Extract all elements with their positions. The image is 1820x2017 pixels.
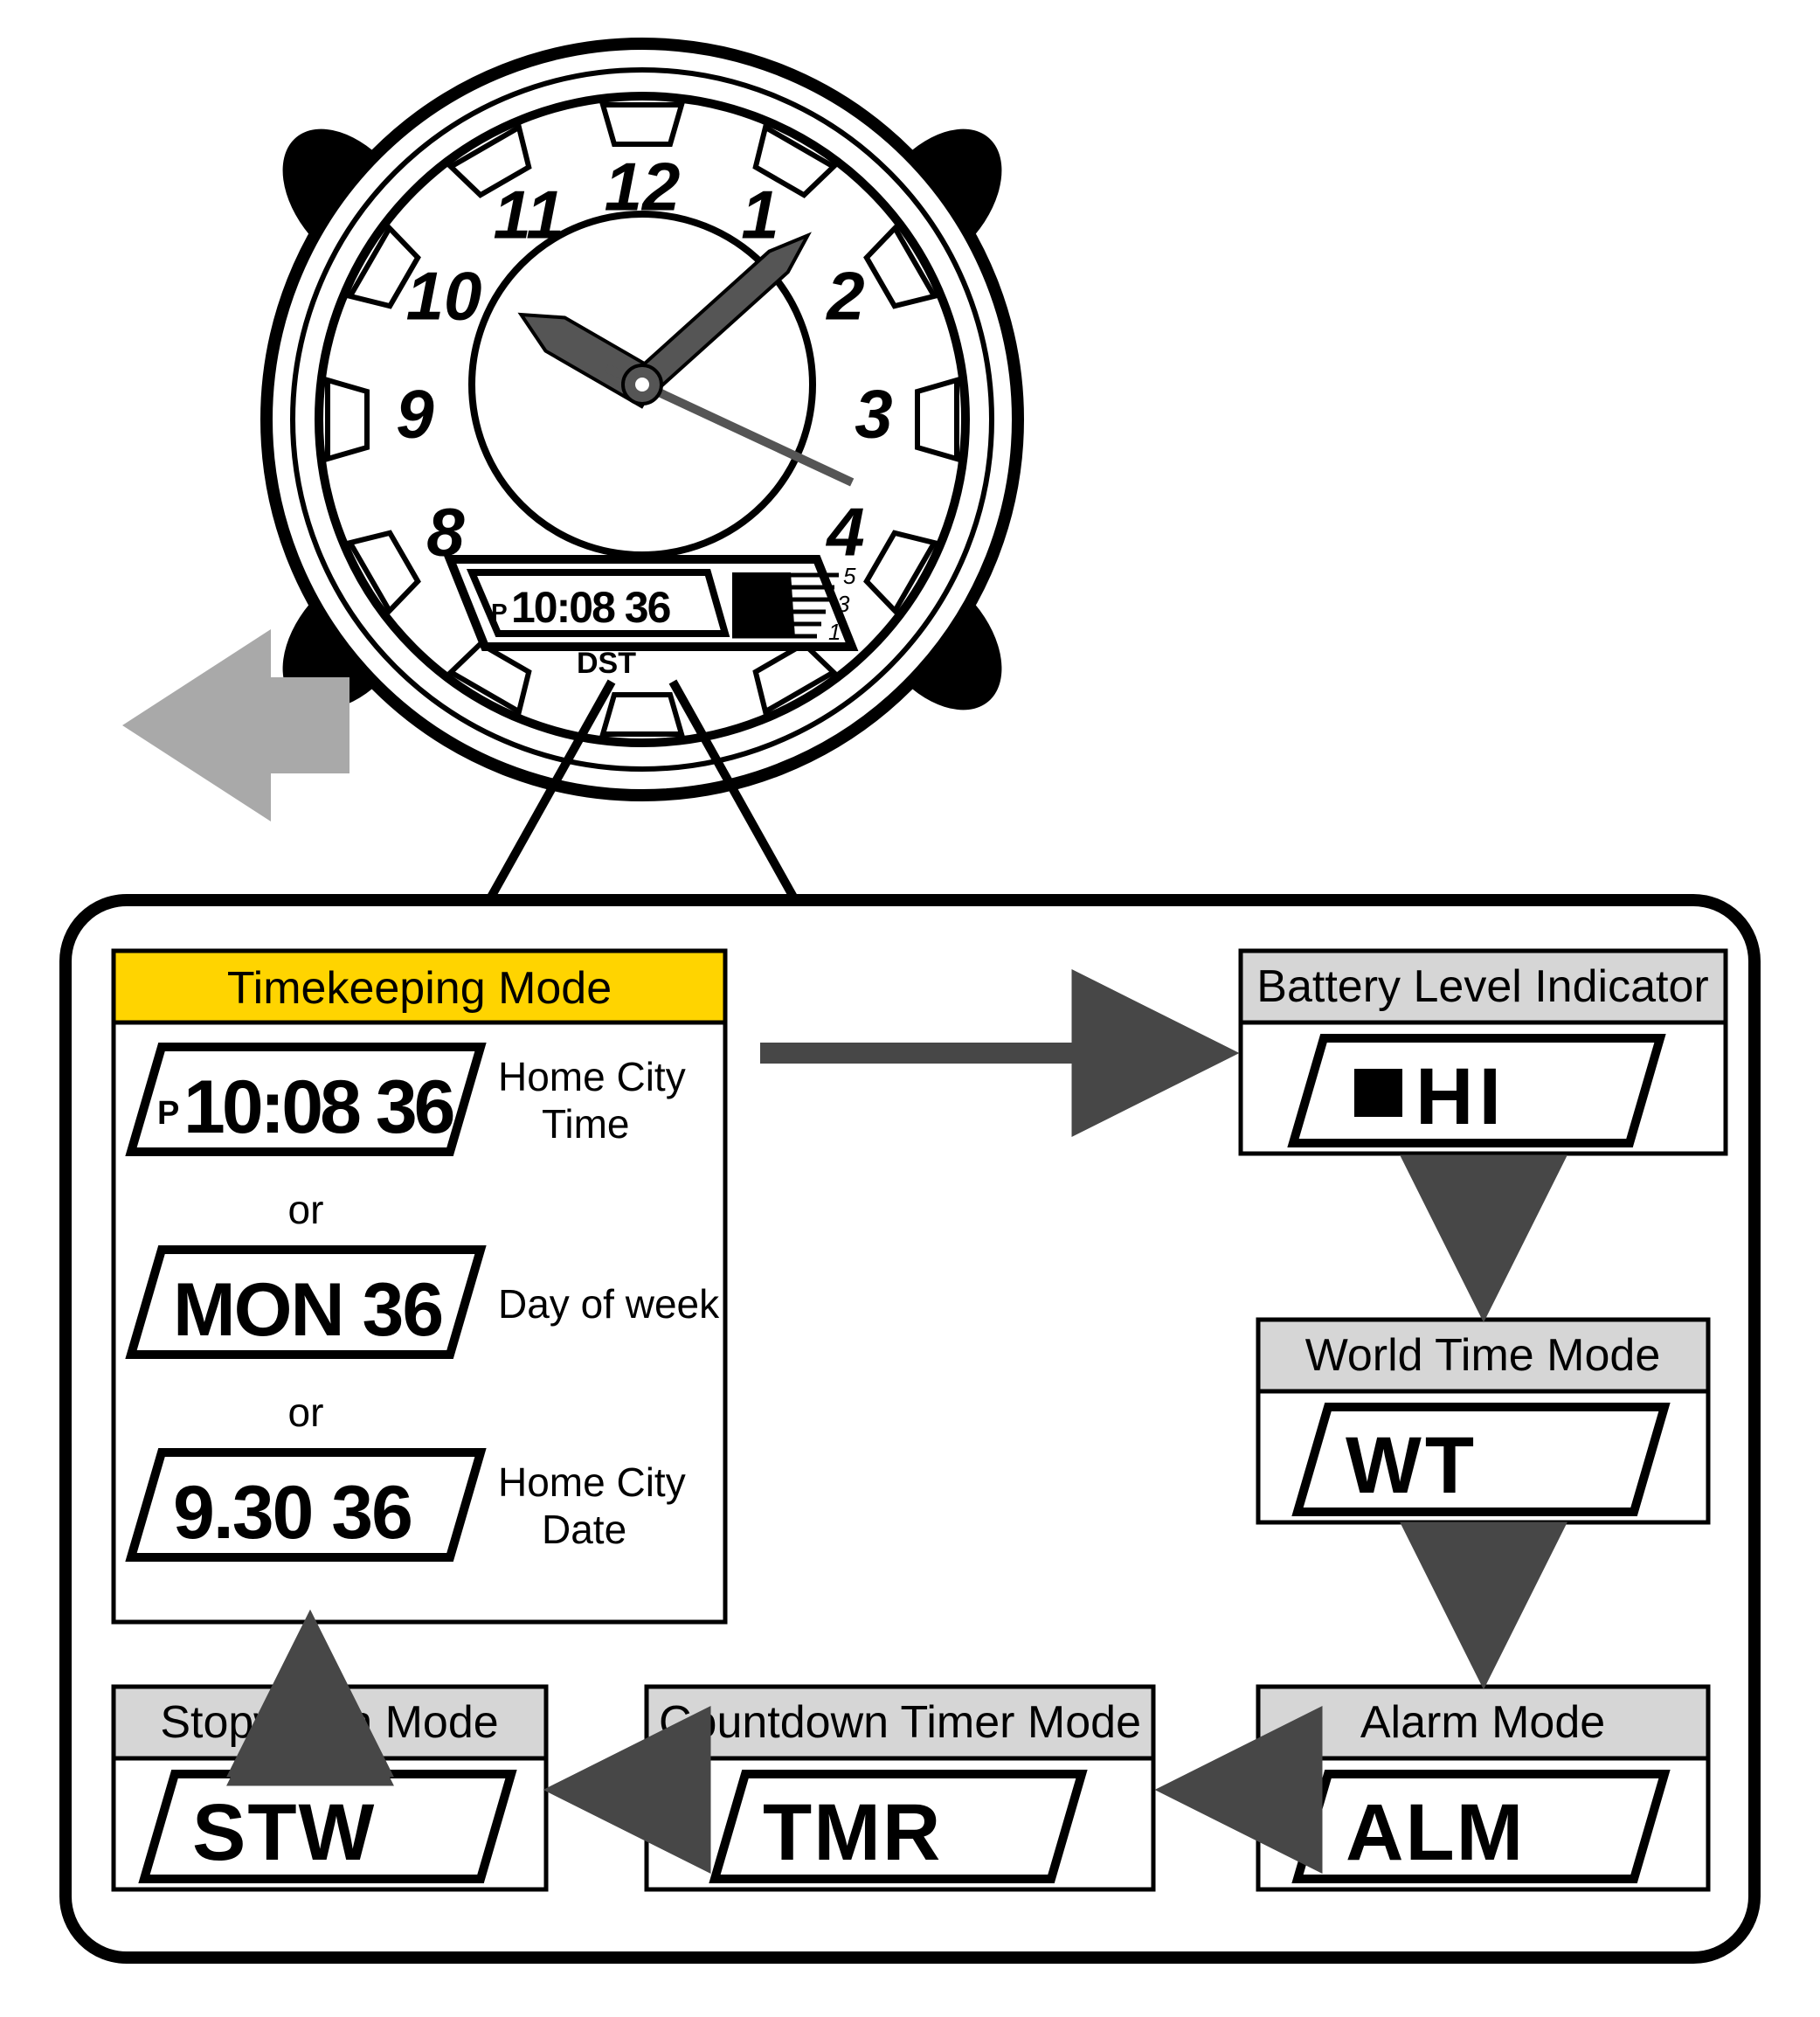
mode-stopwatch: Stopwatch Mode STW xyxy=(114,1687,546,1889)
lcd-value: WT xyxy=(1346,1421,1477,1510)
watch-lcd-value: 10:08 36 xyxy=(511,583,670,632)
svg-text:3: 3 xyxy=(837,591,850,617)
mode-title: Battery Level Indicator xyxy=(1256,961,1708,1012)
battery-block-icon xyxy=(1354,1069,1402,1117)
svg-text:3: 3 xyxy=(855,376,892,453)
lcd-label-line2: Date xyxy=(542,1507,626,1552)
watch-lcd-p: P xyxy=(491,599,508,626)
mode-timekeeping: Timekeeping Mode P 10:08 36 Home City Ti… xyxy=(114,951,725,1622)
lcd-value: HI xyxy=(1415,1052,1506,1141)
svg-text:4: 4 xyxy=(825,494,864,571)
lcd-label-line1: Home City xyxy=(498,1459,686,1505)
or-label: or xyxy=(288,1187,324,1232)
mode-alarm: Alarm Mode ALM xyxy=(1258,1687,1708,1889)
mode-worldtime: World Time Mode WT xyxy=(1258,1320,1708,1522)
lcd-value: ALM xyxy=(1346,1788,1525,1877)
mode-title: Alarm Mode xyxy=(1360,1697,1605,1748)
lcd-value: 9.30 36 xyxy=(173,1471,412,1555)
svg-text:2: 2 xyxy=(825,258,864,335)
lcd-value: STW xyxy=(192,1788,376,1877)
lcd-label-line2: Time xyxy=(542,1101,630,1147)
svg-text:1: 1 xyxy=(741,177,779,253)
mode-title: Stopwatch Mode xyxy=(160,1697,498,1748)
lcd-value: TMR xyxy=(763,1788,942,1877)
mode-title: Timekeeping Mode xyxy=(227,963,612,1014)
lcd-value: 10:08 36 xyxy=(183,1065,453,1149)
mode-title: Countdown Timer Mode xyxy=(659,1697,1141,1748)
svg-text:1: 1 xyxy=(828,619,841,645)
svg-text:5: 5 xyxy=(843,563,856,589)
lcd-label: Day of week xyxy=(498,1281,720,1327)
or-label: or xyxy=(288,1390,324,1435)
mode-title: World Time Mode xyxy=(1305,1330,1661,1381)
lcd-p: P xyxy=(157,1095,179,1132)
lcd-label-line1: Home City xyxy=(498,1054,686,1099)
watch-lcd-dst: DST xyxy=(577,647,636,680)
svg-text:9: 9 xyxy=(396,376,434,453)
lcd-value: MON 36 xyxy=(173,1268,442,1352)
mode-battery: Battery Level Indicator HI xyxy=(1241,951,1726,1154)
svg-text:10: 10 xyxy=(406,258,482,335)
mode-countdown: Countdown Timer Mode TMR xyxy=(647,1687,1153,1889)
watch: 12 1 2 3 4 8 9 10 11 P 10:08 36 DST xyxy=(256,44,1028,795)
